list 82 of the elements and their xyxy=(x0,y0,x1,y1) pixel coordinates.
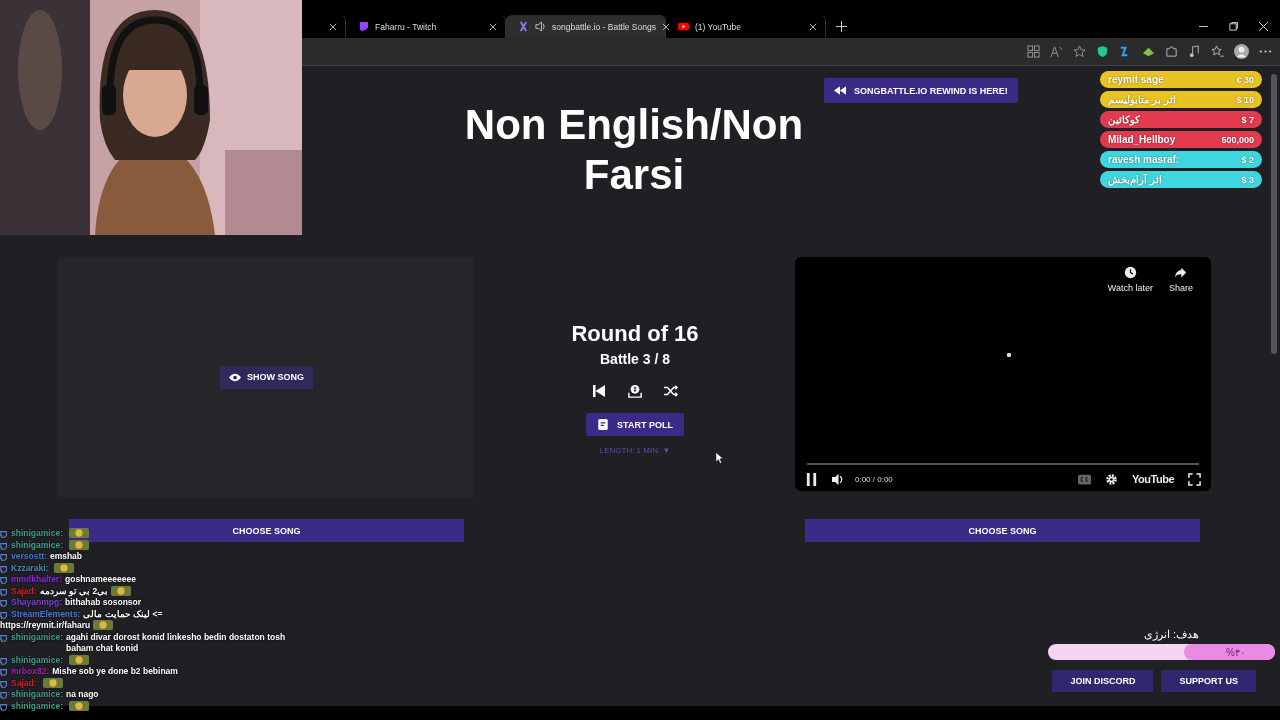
play-icon xyxy=(678,21,689,32)
donor-name: reymit sage xyxy=(1108,74,1164,85)
chat-username[interactable]: shinigamice: xyxy=(11,689,63,701)
battle-counter: Battle 3 / 8 xyxy=(600,351,670,367)
start-poll-button[interactable]: START POLL xyxy=(586,413,684,436)
previous-icon[interactable] xyxy=(592,384,606,398)
youtube-logo[interactable]: YouTube xyxy=(1132,473,1174,485)
chat-message: bithahab sosonsor xyxy=(65,597,142,609)
chat-link[interactable]: https://reymit.ir/faharu xyxy=(0,620,91,632)
close-icon[interactable] xyxy=(1259,22,1268,31)
read-aloud-icon[interactable] xyxy=(1050,45,1063,58)
tab-title: (1) YouTube xyxy=(695,21,741,32)
extension-icon[interactable] xyxy=(1142,45,1155,58)
donation-amount: € 30 xyxy=(1236,74,1254,85)
chat-message: لینک حمایت مالی <= xyxy=(83,608,163,620)
new-tab-icon[interactable] xyxy=(836,21,847,32)
footer-button[interactable]: JOIN DISCORD xyxy=(1052,670,1154,692)
share-button[interactable]: Share xyxy=(1168,266,1193,293)
chat-username[interactable]: shinigamice: xyxy=(11,528,63,540)
restore-icon[interactable] xyxy=(1229,22,1238,31)
tab-title: songbattle.io - Battle Songs xyxy=(552,21,656,32)
tab-title: Faharru - Twitch xyxy=(375,21,437,32)
donation-amount: $ 10 xyxy=(1236,94,1254,105)
chat-username[interactable]: Kzzaraki: xyxy=(11,562,49,574)
eye-icon xyxy=(229,371,241,383)
chat-message: na nago xyxy=(65,689,99,701)
music-icon[interactable] xyxy=(1188,45,1201,58)
chat-username[interactable]: shinigamice: xyxy=(11,539,63,551)
close-icon[interactable] xyxy=(809,22,817,31)
watch-later-button[interactable]: Watch later xyxy=(1107,266,1153,293)
chat-message: agahi divar dorost konid linkesho bedin dostaton tosh baham chat konid xyxy=(65,631,287,655)
donation-amount: $ 2 xyxy=(1241,154,1254,165)
chat-bubble-icon xyxy=(358,21,369,32)
chat-username[interactable]: versostt: xyxy=(11,551,47,563)
cursor-icon xyxy=(716,452,724,464)
goal-label: هدف: انرژی xyxy=(1143,628,1200,641)
chat-username[interactable]: shinigamice: xyxy=(11,654,63,666)
pause-icon[interactable] xyxy=(805,472,818,486)
star-icon[interactable] xyxy=(1073,45,1086,58)
favorites-icon[interactable] xyxy=(1211,45,1224,58)
clock-icon xyxy=(1123,266,1137,279)
round-title: Round of 16 xyxy=(571,321,699,347)
close-icon[interactable] xyxy=(329,22,337,31)
donor-name: اثر بر متابولیسم xyxy=(1108,94,1176,105)
donation-amount: $ 3 xyxy=(1241,174,1254,185)
footer-button[interactable]: SUPPORT US xyxy=(1161,670,1256,692)
chat-username[interactable]: StreamElements: xyxy=(11,608,81,620)
share-icon xyxy=(1174,266,1188,279)
badge-icon xyxy=(0,633,8,642)
chat-message: Mishe sob ye done b2 bebinam xyxy=(52,666,178,678)
chat-username[interactable]: shinigamice: xyxy=(11,700,63,712)
shuffle-icon[interactable] xyxy=(664,384,678,398)
choose-song-button[interactable]: CHOOSE SONG xyxy=(69,519,464,542)
settings-icon[interactable] xyxy=(1105,472,1119,486)
close-icon[interactable] xyxy=(661,22,670,31)
captions-icon[interactable] xyxy=(1078,472,1092,486)
donation-amount: $ 7 xyxy=(1241,114,1254,125)
rewind-icon xyxy=(834,85,846,96)
donor-name: ravesh masraf: xyxy=(1108,154,1180,165)
donor-name: کوکائین xyxy=(1108,114,1140,125)
grid-icon[interactable] xyxy=(1027,45,1040,58)
close-icon[interactable] xyxy=(489,22,497,31)
fullscreen-icon[interactable] xyxy=(1188,472,1201,486)
donor-name: اثر آرام‌بخش xyxy=(1108,174,1162,185)
chat-message: goshnameeeeeee xyxy=(65,574,136,586)
choose-song-button[interactable]: CHOOSE SONG xyxy=(805,519,1200,542)
coin-tray-icon[interactable] xyxy=(628,384,642,398)
show-song-button[interactable]: SHOW SONG xyxy=(220,365,313,389)
rewind-button[interactable]: SONGBATTLE.IO REWIND IS HERE! xyxy=(824,78,1018,103)
avatar-icon[interactable] xyxy=(1234,44,1249,59)
chat-message: emshab xyxy=(49,551,83,563)
donor-name: Milad_Hellboy xyxy=(1108,134,1176,145)
shield-icon[interactable] xyxy=(1096,45,1109,58)
chat-username[interactable]: shinigamice: xyxy=(11,631,63,643)
page-title: Non English/Non Farsi xyxy=(463,100,805,200)
volume-icon[interactable] xyxy=(832,472,845,486)
video-player[interactable]: Watch later Share 0:00 / 0:00 YouTube xyxy=(795,257,1211,491)
document-icon xyxy=(597,419,610,430)
video-time: 0:00 / 0:00 xyxy=(855,474,893,484)
donation-amount: 500,000 xyxy=(1221,134,1254,145)
goal-percent: %۴۰ xyxy=(1226,646,1245,658)
chat-message: بی2 بی تو سردمه xyxy=(39,585,109,597)
